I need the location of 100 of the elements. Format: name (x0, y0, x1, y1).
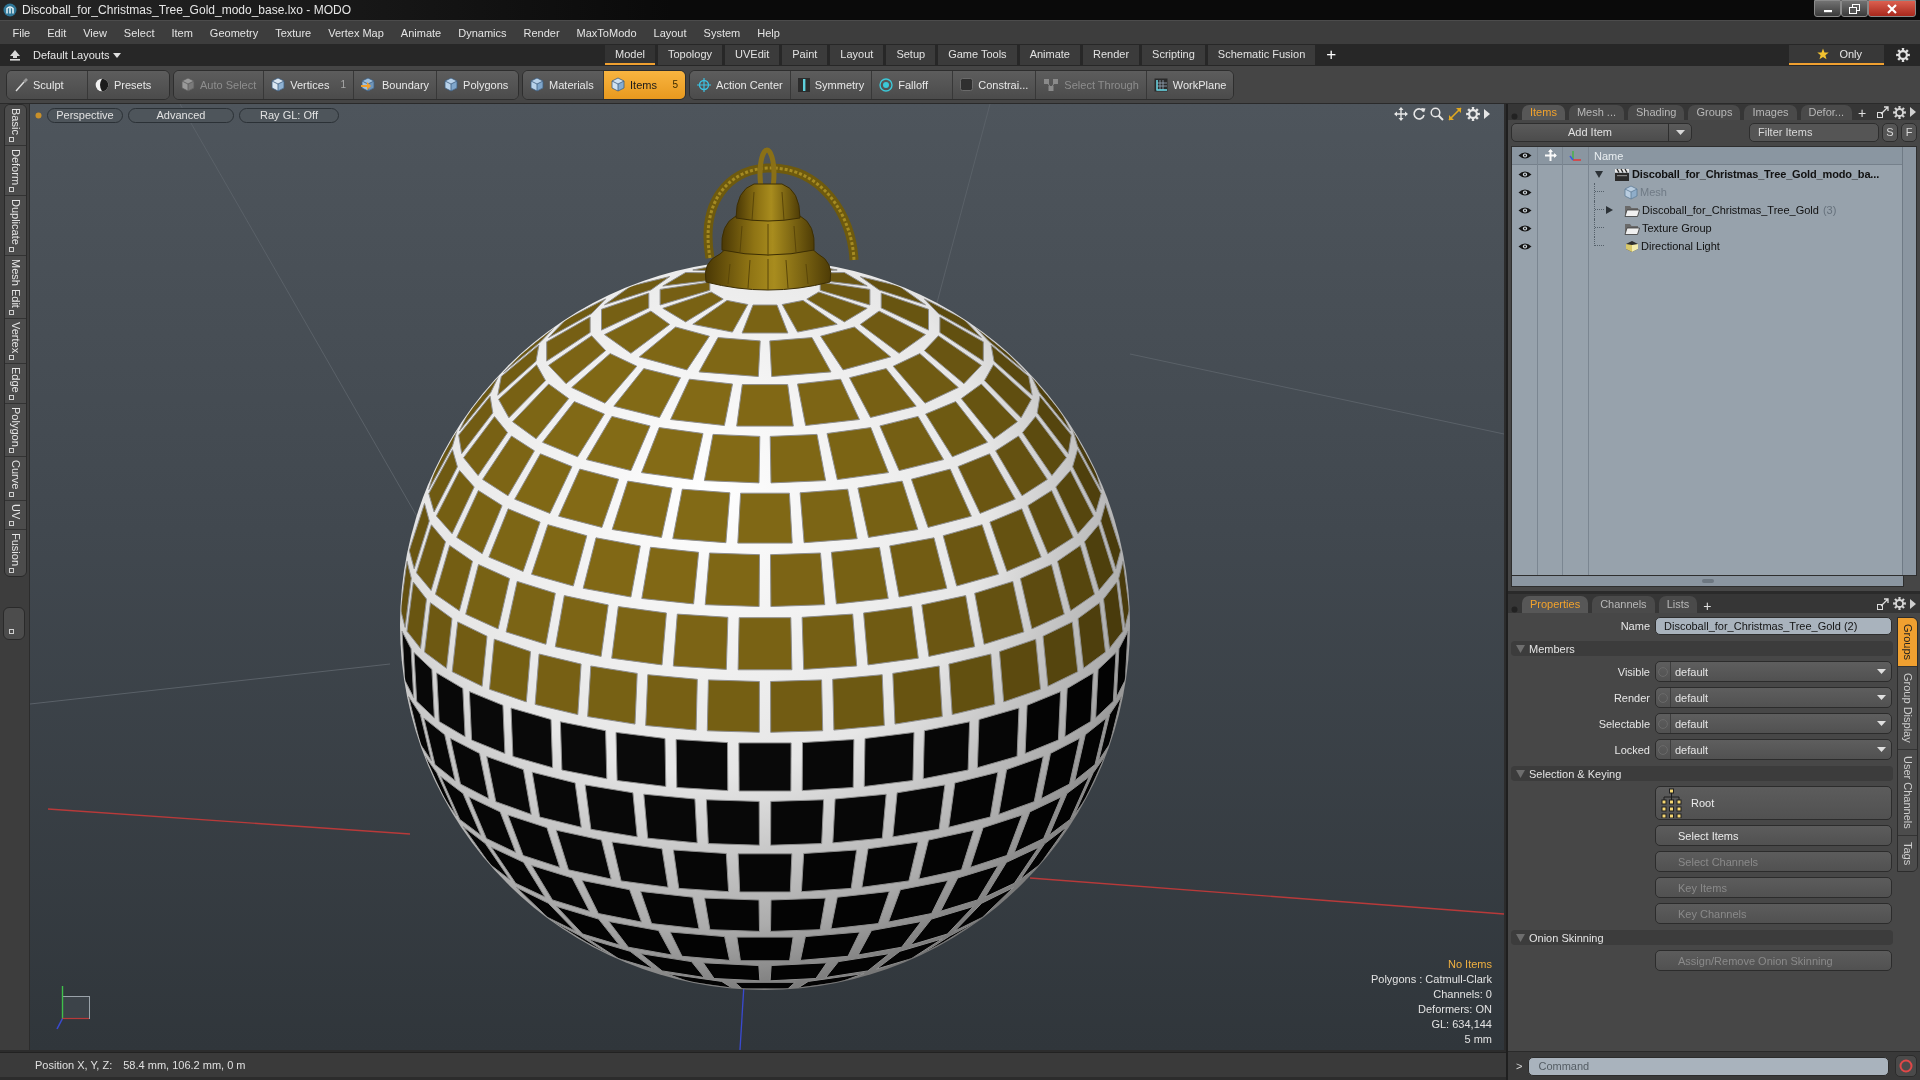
menu-item[interactable]: Vertex Map (319, 26, 393, 39)
side-tab[interactable]: User Channels (1898, 749, 1917, 836)
filter-toggle-button[interactable]: S (1882, 122, 1898, 142)
tool-tab[interactable]: Edge (5, 363, 26, 404)
side-tab[interactable]: Groups (1898, 618, 1917, 668)
section-header[interactable]: Members (1511, 641, 1893, 656)
layout-tab[interactable]: Schematic Fusion (1207, 45, 1316, 65)
expand-icon[interactable] (1877, 106, 1889, 118)
layout-tab[interactable]: Layout (830, 45, 884, 65)
tool-tab[interactable]: Duplicate (5, 195, 26, 256)
fit-view-button[interactable] (1448, 107, 1462, 121)
tool-button[interactable]: Sculpt (7, 70, 88, 99)
record-button[interactable] (1895, 1055, 1917, 1077)
tool-button[interactable]: Polygons (437, 70, 519, 99)
viewport-option-button[interactable]: Advanced (128, 108, 234, 123)
panel-tab[interactable]: Defor... (1800, 105, 1853, 120)
panel-tab[interactable]: Items (1522, 105, 1565, 120)
add-tab-button[interactable]: + (1701, 598, 1714, 613)
tool-tab[interactable]: Fusion (5, 530, 26, 577)
dot-icon[interactable] (1511, 606, 1518, 613)
horizontal-scrollbar[interactable] (1511, 576, 1904, 587)
minimize-button[interactable] (1814, 0, 1841, 17)
tool-button[interactable]: Boundary (353, 70, 438, 99)
name-field[interactable]: Discoball_for_Christmas_Tree_Gold (2) (1655, 617, 1892, 635)
settings-icon[interactable] (1893, 597, 1906, 610)
tree-item[interactable]: Discoball_for_Christmas_Tree_Gold_modo_ba... (1632, 168, 1880, 180)
tool-tab[interactable]: Basic (5, 105, 26, 146)
filter-toggle-button[interactable]: F (1901, 122, 1917, 142)
tree-item[interactable]: Directional Light (1641, 240, 1720, 252)
menu-item[interactable]: System (695, 26, 749, 39)
menu-item[interactable]: Item (162, 26, 202, 39)
dot-icon[interactable] (1511, 113, 1518, 120)
tree-item[interactable]: Texture Group (1642, 222, 1712, 234)
menu-item[interactable]: Help (748, 26, 789, 39)
up-arrow-icon[interactable] (9, 49, 21, 61)
eye-icon[interactable] (1517, 223, 1532, 233)
dot-icon[interactable] (35, 112, 42, 119)
eye-icon[interactable] (1517, 151, 1532, 160)
menu-item[interactable]: View (74, 26, 116, 39)
panel-tab[interactable]: Shading (1628, 105, 1685, 120)
dropdown[interactable]: default (1655, 739, 1892, 760)
settings-button[interactable] (1896, 48, 1910, 62)
side-tab[interactable]: Tags (1898, 835, 1917, 871)
layout-tab[interactable]: Topology (657, 45, 722, 65)
dropdown[interactable]: default (1655, 687, 1892, 708)
tool-button[interactable]: Action Center (690, 70, 791, 99)
menu-item[interactable]: Select (115, 26, 163, 39)
add-layout-tab-button[interactable]: + (1318, 45, 1345, 65)
viewport-option-button[interactable]: Ray GL: Off (239, 108, 339, 123)
caret-right-icon[interactable] (1910, 107, 1916, 117)
layout-tab[interactable]: Render (1083, 45, 1140, 65)
panel-tab[interactable]: Channels (1592, 596, 1655, 613)
tool-tab[interactable]: UV (5, 500, 26, 531)
layout-tab[interactable]: UVEdit (725, 45, 780, 65)
side-tab[interactable]: Group Display (1898, 667, 1917, 750)
layout-tab[interactable]: Model (605, 45, 655, 65)
menu-item[interactable]: Texture (266, 26, 320, 39)
layout-tab[interactable]: Game Tools (938, 45, 1017, 65)
menu-item[interactable]: Geometry (201, 26, 267, 39)
viewport-settings-button[interactable] (1466, 107, 1480, 121)
tool-tab[interactable]: Curve (5, 457, 26, 501)
tree-item[interactable]: Discoball_for_Christmas_Tree_Gold (1642, 204, 1819, 216)
caret-right-icon[interactable] (1910, 598, 1916, 609)
tool-button[interactable]: Items 5 (604, 70, 686, 99)
only-toggle[interactable]: Only (1789, 45, 1884, 65)
layout-tab[interactable]: Scripting (1142, 45, 1205, 65)
panel-tab[interactable]: Lists (1658, 596, 1698, 613)
tool-tab[interactable]: Deform (5, 145, 26, 196)
menu-item[interactable]: Layout (645, 26, 696, 39)
collapsed-triangle-icon[interactable] (1605, 206, 1613, 214)
hierarchy-button[interactable]: Root (1655, 786, 1892, 820)
dropdown[interactable]: default (1655, 713, 1892, 734)
viewport-option-button[interactable]: Perspective (47, 108, 123, 123)
maximize-button[interactable] (1841, 0, 1868, 17)
panel-tab[interactable]: Groups (1688, 105, 1741, 120)
close-button[interactable] (1868, 0, 1916, 17)
panel-tab[interactable]: Mesh ... (1568, 105, 1625, 120)
section-header[interactable]: Selection & Keying (1511, 766, 1893, 781)
panel-toggle-button[interactable] (3, 607, 25, 641)
layout-tab[interactable]: Paint (782, 45, 828, 65)
tool-tab[interactable]: Mesh Edit (5, 255, 26, 319)
menu-item[interactable]: Animate (392, 26, 450, 39)
viewport-menu-button[interactable] (1484, 109, 1490, 119)
menu-item[interactable]: Dynamics (449, 26, 515, 39)
expanded-triangle-icon[interactable] (1595, 170, 1603, 178)
tool-button[interactable]: Symmetry (790, 70, 873, 99)
rotate-button[interactable] (1412, 107, 1426, 121)
tool-button[interactable]: Vertices 1 (264, 70, 354, 99)
tool-tab[interactable]: Vertex (5, 318, 26, 364)
tool-button[interactable]: Presets (88, 70, 169, 99)
layout-tab[interactable]: Animate (1019, 45, 1080, 65)
menu-item[interactable]: Render (515, 26, 569, 39)
eye-icon[interactable] (1517, 241, 1532, 251)
add-item-dropdown[interactable]: Add Item (1511, 122, 1692, 142)
tool-button[interactable]: WorkPlane (1146, 70, 1234, 99)
settings-icon[interactable] (1893, 105, 1906, 119)
tool-button[interactable]: Falloff (872, 70, 954, 99)
menu-item[interactable]: MaxToModo (568, 26, 645, 39)
pan-button[interactable] (1394, 107, 1408, 121)
command-field[interactable]: Command (1528, 1056, 1889, 1076)
